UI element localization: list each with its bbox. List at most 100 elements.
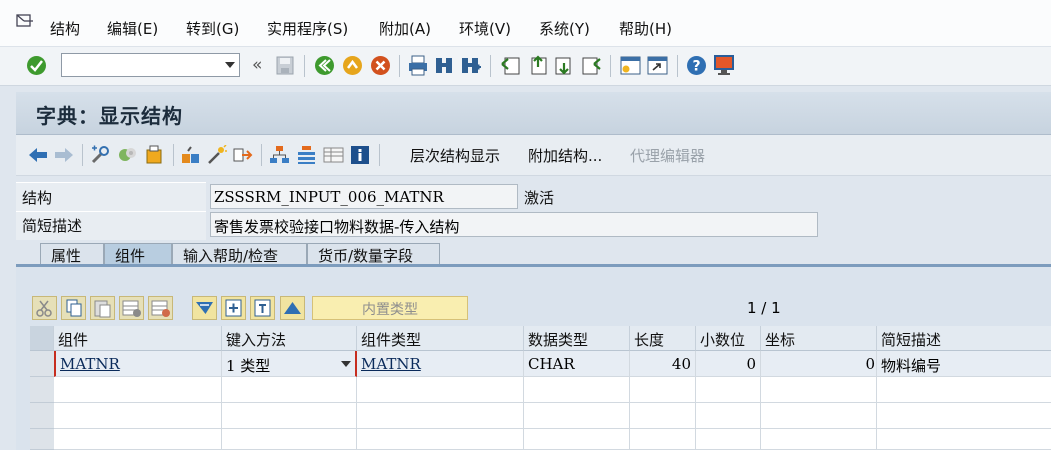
arrow-right-icon[interactable]	[54, 146, 74, 164]
command-field[interactable]	[61, 53, 240, 77]
copy-row-button[interactable]	[61, 296, 86, 320]
hierarchy-display-button[interactable]: 层次结构显示	[410, 145, 500, 166]
row-selector[interactable]	[30, 403, 54, 429]
table-icon[interactable]	[323, 145, 344, 165]
last-page-icon[interactable]	[581, 55, 602, 76]
table-cell-empty[interactable]	[630, 403, 696, 429]
hierarchy-icon[interactable]	[269, 145, 290, 165]
first-page-icon[interactable]	[500, 55, 521, 76]
magic-wand-icon[interactable]	[206, 145, 227, 165]
collapse-button[interactable]	[280, 296, 305, 320]
table-cell-empty[interactable]	[696, 377, 761, 403]
menu-environment[interactable]: 环境(V)	[459, 18, 511, 39]
cancel-icon[interactable]	[370, 55, 391, 76]
new-session-icon[interactable]	[620, 55, 641, 76]
short-description-field[interactable]: 寄售发票校验接口物料数据-传入结构	[210, 212, 818, 237]
table-cell-empty[interactable]	[877, 429, 1051, 450]
table-cell-empty[interactable]	[524, 429, 630, 450]
table-cell-length[interactable]: 40	[630, 351, 696, 377]
typing-method-select[interactable]: 1 类型	[222, 351, 357, 377]
column-header-length[interactable]: 长度	[630, 326, 696, 351]
shortcut-icon[interactable]	[647, 55, 668, 76]
menu-extras[interactable]: 附加(A)	[379, 18, 431, 39]
table-cell-empty[interactable]	[877, 377, 1051, 403]
tab-currency-quantity[interactable]: 货币/数量字段	[307, 243, 440, 265]
detail-button[interactable]	[250, 296, 275, 320]
table-cell-empty[interactable]	[630, 429, 696, 450]
column-header-data-type[interactable]: 数据类型	[524, 326, 630, 351]
menu-structure[interactable]: 结构	[50, 18, 80, 39]
table-cell-empty[interactable]	[357, 429, 524, 450]
info-icon[interactable]	[350, 145, 370, 165]
structure-name-field[interactable]: ZSSSRM_INPUT_006_MATNR	[210, 184, 518, 209]
tab-components[interactable]: 组件	[104, 243, 172, 265]
table-cell-empty[interactable]	[524, 403, 630, 429]
print-icon[interactable]	[408, 55, 428, 76]
chevron-down-icon[interactable]	[225, 62, 235, 68]
enter-icon[interactable]	[26, 55, 47, 76]
back-icon[interactable]	[314, 55, 335, 76]
tab-attributes[interactable]: 属性	[40, 243, 104, 265]
table-cell-empty[interactable]	[357, 377, 524, 403]
paste-row-button[interactable]	[90, 296, 115, 320]
table-cell-decimals[interactable]: 0	[696, 351, 761, 377]
table-cell-empty[interactable]	[54, 429, 222, 450]
table-cell-empty[interactable]	[222, 429, 357, 450]
table-cell-component[interactable]: MATNR	[54, 351, 222, 377]
menu-utilities[interactable]: 实用程序(S)	[267, 18, 348, 39]
select-all-header[interactable]	[30, 326, 54, 351]
built-in-type-button[interactable]: 内置类型	[312, 296, 468, 320]
menu-edit[interactable]: 编辑(E)	[107, 18, 158, 39]
exit-icon[interactable]	[342, 55, 363, 76]
menu-system[interactable]: 系统(Y)	[539, 18, 590, 39]
table-cell-empty[interactable]	[877, 403, 1051, 429]
cut-row-button[interactable]	[32, 296, 57, 320]
table-cell-coordinate[interactable]: 0	[761, 351, 877, 377]
append-structure-button[interactable]: 附加结构...	[528, 145, 602, 166]
prev-page-icon[interactable]	[527, 55, 548, 76]
delete-row-button[interactable]	[148, 296, 173, 320]
table-cell-empty[interactable]	[357, 403, 524, 429]
table-cell-empty[interactable]	[524, 377, 630, 403]
table-cell-empty[interactable]	[54, 377, 222, 403]
column-header-component-type[interactable]: 组件类型	[357, 326, 524, 351]
table-cell-data-type[interactable]: CHAR	[524, 351, 630, 377]
menu-help[interactable]: 帮助(H)	[619, 18, 672, 39]
table-cell-component-type[interactable]: MATNR	[357, 351, 524, 377]
find-icon[interactable]	[434, 55, 454, 76]
find-next-icon[interactable]	[460, 55, 482, 76]
next-page-icon[interactable]	[554, 55, 575, 76]
table-cell-empty[interactable]	[696, 429, 761, 450]
sort-button[interactable]	[192, 296, 217, 320]
column-header-typing-method[interactable]: 键入方法	[222, 326, 357, 351]
chevron-down-icon[interactable]	[341, 361, 351, 367]
save-icon[interactable]	[276, 56, 294, 75]
check-icon[interactable]	[180, 145, 201, 165]
row-selector[interactable]	[30, 429, 54, 450]
list-icon[interactable]	[296, 145, 317, 165]
column-header-short-description[interactable]: 简短描述	[877, 326, 1051, 351]
table-cell-empty[interactable]	[54, 403, 222, 429]
column-header-decimals[interactable]: 小数位	[696, 326, 761, 351]
arrow-left-icon[interactable]	[28, 146, 48, 164]
other-object-icon[interactable]	[90, 145, 111, 165]
table-cell-empty[interactable]	[222, 377, 357, 403]
table-cell-empty[interactable]	[761, 403, 877, 429]
table-cell-empty[interactable]	[630, 377, 696, 403]
column-header-coordinate[interactable]: 坐标	[761, 326, 877, 351]
table-cell-empty[interactable]	[222, 403, 357, 429]
layout-icon[interactable]	[713, 54, 735, 76]
insert-row-button[interactable]	[119, 296, 144, 320]
where-used-icon[interactable]	[232, 145, 253, 165]
menu-goto[interactable]: 转到(G)	[186, 18, 239, 39]
table-cell-short-description[interactable]: 物料编号	[877, 351, 1051, 377]
proxy-editor-button[interactable]: 代理编辑器	[630, 145, 705, 166]
table-cell-empty[interactable]	[761, 377, 877, 403]
row-selector[interactable]	[30, 351, 54, 377]
sap-menu-icon[interactable]	[16, 14, 34, 28]
tab-input-help-check[interactable]: 输入帮助/检查	[172, 243, 307, 265]
expand-button[interactable]	[221, 296, 246, 320]
column-header-component[interactable]: 组件	[54, 326, 222, 351]
table-cell-empty[interactable]	[761, 429, 877, 450]
chevron-left-icon[interactable]: «	[252, 55, 262, 75]
